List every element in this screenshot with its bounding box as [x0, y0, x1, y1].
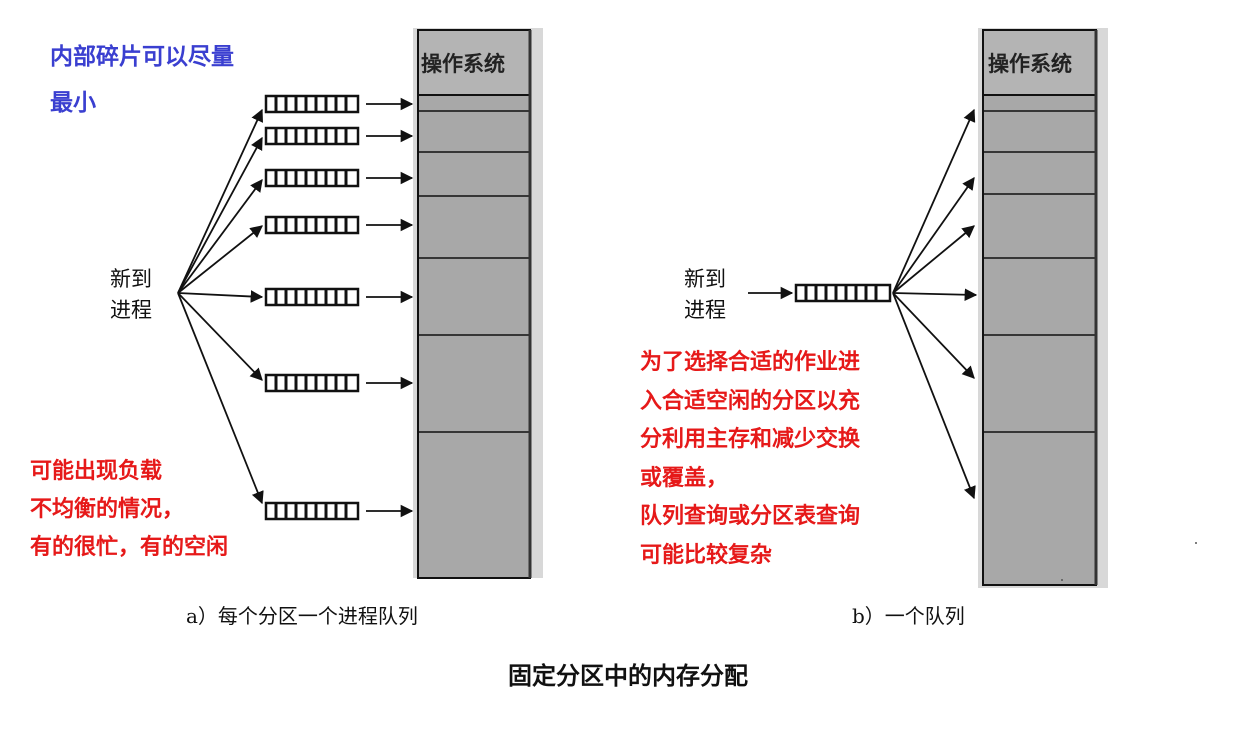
note-line: 分利用主存和减少交换 — [640, 427, 861, 452]
caption-b: b）一个队列 — [852, 604, 965, 628]
queue-a-6 — [264, 373, 360, 393]
note-line: 不均衡的情况， — [30, 497, 185, 522]
partition-arrows-a — [366, 97, 414, 518]
os-label-a: 操作系统 — [421, 51, 505, 76]
queue-a-5 — [264, 287, 360, 307]
note-load-imbalance: 可能出现负载 不均衡的情况， 有的很忙，有的空闲 — [30, 453, 228, 567]
note-line: 最小 — [50, 90, 96, 116]
fan-arrows-a — [177, 108, 264, 505]
note-line: 队列查询或分区表查询 — [640, 504, 861, 529]
note-line: 或覆盖， — [640, 465, 729, 491]
queue-a-4 — [264, 215, 360, 235]
memory-column-a — [413, 28, 543, 579]
new-process-line: 新到 — [110, 267, 152, 291]
note-line: 可能出现负载 — [30, 459, 163, 484]
new-process-label-a: 新到 进程 — [110, 264, 152, 326]
new-process-line: 新到 — [684, 267, 726, 291]
new-process-line: 进程 — [110, 298, 152, 322]
queue-b — [794, 283, 892, 303]
note-line: 为了选择合适的作业进 — [640, 350, 861, 375]
queue-a-3 — [264, 168, 360, 188]
figure-title: 固定分区中的内存分配 — [508, 661, 748, 690]
note-single-queue: 为了选择合适的作业进 入合适空闲的分区以充 分利用主存和减少交换 或覆盖， 队列… — [640, 344, 860, 575]
note-line: 有的很忙，有的空闲 — [30, 535, 229, 560]
note-line: 可能比较复杂 — [640, 542, 773, 568]
caption-a: a）每个分区一个进程队列 — [186, 604, 418, 628]
note-internal-fragment: 内部碎片可以尽量 最小 — [50, 34, 234, 126]
note-line: 内部碎片可以尽量 — [50, 44, 234, 70]
note-line: 入合适空闲的分区以充 — [640, 388, 861, 414]
fan-arrows-b — [892, 108, 978, 500]
os-label-b: 操作系统 — [988, 51, 1072, 76]
queues-a — [264, 94, 360, 521]
queue-a-1 — [264, 94, 360, 114]
queue-a-2 — [264, 126, 360, 146]
memory-column-b — [978, 28, 1108, 588]
new-process-line: 进程 — [684, 298, 726, 322]
queue-a-7 — [264, 501, 360, 521]
new-process-label-b: 新到 进程 — [684, 264, 726, 326]
